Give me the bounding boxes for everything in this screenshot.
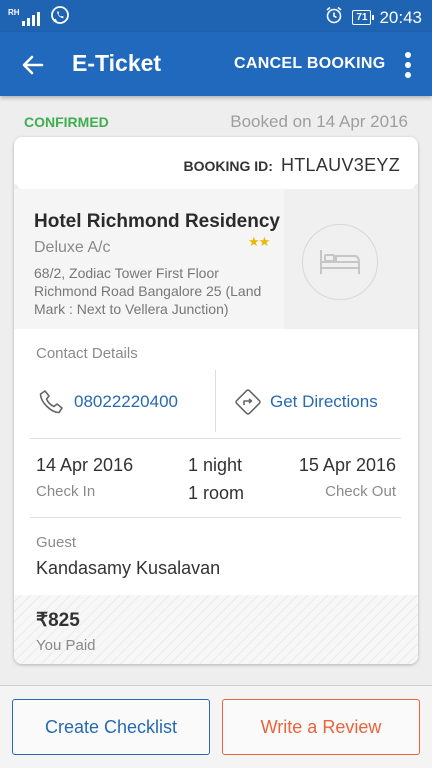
back-arrow-icon xyxy=(22,55,44,75)
carrier-indicator: RH xyxy=(8,7,20,17)
overflow-menu-icon[interactable] xyxy=(396,50,420,80)
hotel-address: 68/2, Zodiac Tower First Floor Richmond … xyxy=(34,265,262,317)
divider xyxy=(30,517,401,518)
contact-divider xyxy=(215,370,216,432)
hotel-section[interactable]: Hotel Richmond Residency ★★ Deluxe A/c 6… xyxy=(14,189,418,329)
directions-icon xyxy=(235,389,261,415)
signal-icon xyxy=(21,10,40,26)
page-title: E-Ticket xyxy=(72,50,162,76)
whatsapp-icon xyxy=(50,5,70,30)
call-button[interactable]: 08022220400 xyxy=(36,385,178,419)
cancel-booking-button[interactable]: CANCEL BOOKING xyxy=(234,55,385,73)
amount-paid-label: You Paid xyxy=(36,637,96,654)
hotel-name: Hotel Richmond Residency xyxy=(34,211,280,232)
hotel-image xyxy=(284,189,418,329)
alarm-icon xyxy=(324,5,344,30)
booking-id-label: BOOKING ID: xyxy=(183,158,273,174)
status-badge: CONFIRMED xyxy=(24,114,109,130)
back-button[interactable] xyxy=(18,50,48,80)
guest-label: Guest xyxy=(36,534,77,551)
booking-id-value: HTLAUV3EYZ xyxy=(280,155,400,175)
write-review-button[interactable]: Write a Review xyxy=(222,699,420,755)
bottom-action-bar: Create Checklist Write a Review xyxy=(0,686,432,768)
get-directions-button[interactable]: Get Directions xyxy=(234,385,378,419)
check-out-date: 15 Apr 2016 xyxy=(298,455,396,475)
nights-count: 1 night xyxy=(188,455,243,475)
room-type: Deluxe A/c xyxy=(34,239,111,256)
phone-number: 08022220400 xyxy=(74,392,179,411)
phone-icon xyxy=(39,390,63,414)
ticket-card: BOOKING ID: HTLAUV3EYZ Hotel Richmond Re… xyxy=(14,137,418,664)
rooms-count: 1 room xyxy=(188,483,245,503)
create-checklist-button[interactable]: Create Checklist xyxy=(12,699,210,755)
check-in-label: Check In xyxy=(36,483,96,500)
amount-paid: ₹825 xyxy=(36,610,80,631)
directions-label: Get Directions xyxy=(270,392,378,411)
clock-time: 20:43 xyxy=(379,7,422,27)
check-in-date: 14 Apr 2016 xyxy=(36,455,134,475)
booking-id: BOOKING ID: HTLAUV3EYZ xyxy=(184,155,401,176)
status-bar: RH 71 20:43 xyxy=(0,0,432,32)
booked-on-text: Booked on 14 Apr 2016 xyxy=(230,112,408,132)
app-bar: E-Ticket CANCEL BOOKING xyxy=(0,32,432,96)
divider xyxy=(30,438,401,439)
status-bar-left: RH xyxy=(8,5,70,30)
check-out-label: Check Out xyxy=(325,483,396,500)
star-rating: ★★ xyxy=(248,234,270,249)
battery-icon: 71 xyxy=(352,10,375,25)
guest-name: Kandasamy Kusalavan xyxy=(36,558,221,578)
hotel-info: Hotel Richmond Residency ★★ Deluxe A/c 6… xyxy=(14,189,284,329)
status-bar-right: 71 20:43 xyxy=(324,5,422,30)
payment-section: ₹825 You Paid xyxy=(14,595,418,664)
booked-on-date: 14 Apr 2016 xyxy=(316,112,408,131)
bed-icon xyxy=(302,224,378,300)
contact-label: Contact Details xyxy=(36,345,138,362)
booked-on-prefix: Booked on xyxy=(230,112,312,131)
